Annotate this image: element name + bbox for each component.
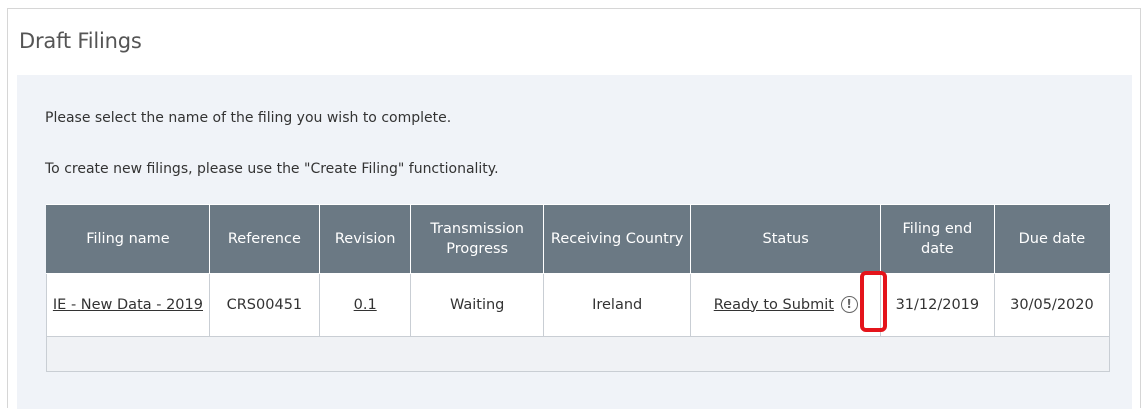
table-footer-cell (46, 336, 1110, 372)
revision-cell: 0.1 (318, 273, 412, 337)
status-link[interactable]: Ready to Submit (714, 297, 834, 313)
due-date-cell: 30/05/2020 (993, 273, 1111, 337)
column-header-due-date[interactable]: Due date (993, 204, 1111, 274)
column-header-filing-end-date[interactable]: Filing end date (879, 204, 995, 274)
column-header-revision[interactable]: Revision (318, 204, 412, 274)
receiving-country-cell: Ireland (542, 273, 692, 337)
table-footer-row (46, 336, 1110, 372)
draft-filings-table: Filing name Reference Revision Transmiss… (46, 204, 1111, 372)
instruction-create-text: To create new filings, please use the "C… (45, 161, 499, 177)
column-header-reference[interactable]: Reference (208, 204, 320, 274)
reference-cell: CRS00451 (208, 273, 320, 337)
table-header-row: Filing name Reference Revision Transmiss… (46, 204, 1111, 274)
table-row: IE - New Data - 2019 CRS00451 0.1 Waitin… (46, 273, 1111, 337)
filing-name-cell: IE - New Data - 2019 (46, 273, 210, 337)
column-header-status[interactable]: Status (690, 204, 881, 274)
filing-name-link[interactable]: IE - New Data - 2019 (53, 297, 203, 313)
column-header-receiving-country[interactable]: Receiving Country (542, 204, 692, 274)
transmission-progress-cell: Waiting (410, 273, 544, 337)
revision-link[interactable]: 0.1 (354, 297, 377, 313)
column-header-transmission-progress[interactable]: Transmission Progress (410, 204, 544, 274)
instruction-select-text: Please select the name of the filing you… (45, 110, 452, 126)
panel-body: Please select the name of the filing you… (17, 75, 1132, 409)
filing-end-date-cell: 31/12/2019 (879, 273, 995, 337)
draft-filings-panel: Draft Filings Please select the name of … (7, 8, 1141, 409)
column-header-filing-name[interactable]: Filing name (46, 204, 210, 274)
exclamation-circle-icon[interactable]: ! (840, 296, 858, 313)
panel-title: Draft Filings (19, 29, 142, 53)
status-cell: Ready to Submit ! (690, 273, 881, 337)
